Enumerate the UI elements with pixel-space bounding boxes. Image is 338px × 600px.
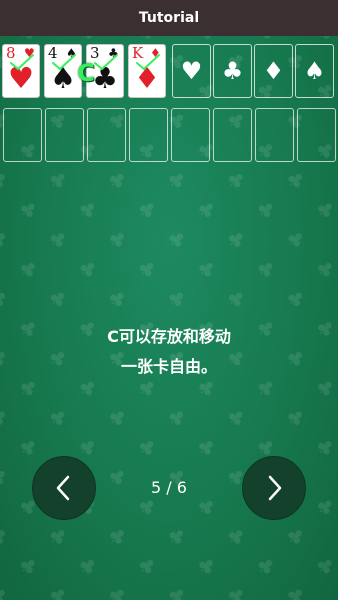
game-screen: ♣ Tutorial 8 ♥ ♥ 4 ♠ ♠ 3 ♣ ♣ K ♦ ♦: [0, 0, 338, 600]
free-cell-card-4[interactable]: K ♦ ♦: [128, 44, 166, 98]
free-cell-highlight-marker: C: [77, 59, 95, 87]
foundation-clubs[interactable]: ♣: [213, 44, 252, 98]
check-mark-icon: [10, 54, 34, 70]
free-cell-card-1[interactable]: 8 ♥ ♥: [2, 44, 40, 98]
previous-button[interactable]: [32, 456, 96, 520]
tableau-slot-8[interactable]: [297, 108, 336, 162]
next-button[interactable]: [242, 456, 306, 520]
tableau-slot-1[interactable]: [3, 108, 42, 162]
tutorial-message-line-2: 一张卡自由。: [120, 357, 217, 376]
spade-icon: ♠: [303, 57, 326, 85]
foundation-hearts[interactable]: ♥: [172, 44, 211, 98]
tableau-slot-2[interactable]: [45, 108, 84, 162]
page-indicator: 5 / 6: [151, 478, 187, 497]
club-icon: ♣: [221, 57, 244, 85]
chevron-right-icon: [268, 475, 282, 501]
tableau-slot-5[interactable]: [171, 108, 210, 162]
title-bar: Tutorial: [0, 0, 338, 36]
tutorial-message-line-1: C可以存放和移动: [107, 327, 231, 346]
check-mark-icon: [136, 54, 160, 70]
title-text: Tutorial: [138, 10, 200, 26]
tableau-slot-3[interactable]: [87, 108, 126, 162]
tableau-slot-7[interactable]: [255, 108, 294, 162]
heart-icon: ♥: [180, 57, 203, 85]
diamond-icon: ♦: [262, 57, 285, 85]
chevron-left-icon: [56, 475, 70, 501]
foundation-diamonds[interactable]: ♦: [254, 44, 293, 98]
tableau-slot-6[interactable]: [213, 108, 252, 162]
foundation-spades[interactable]: ♠: [295, 44, 334, 98]
tableau-slot-4[interactable]: [129, 108, 168, 162]
